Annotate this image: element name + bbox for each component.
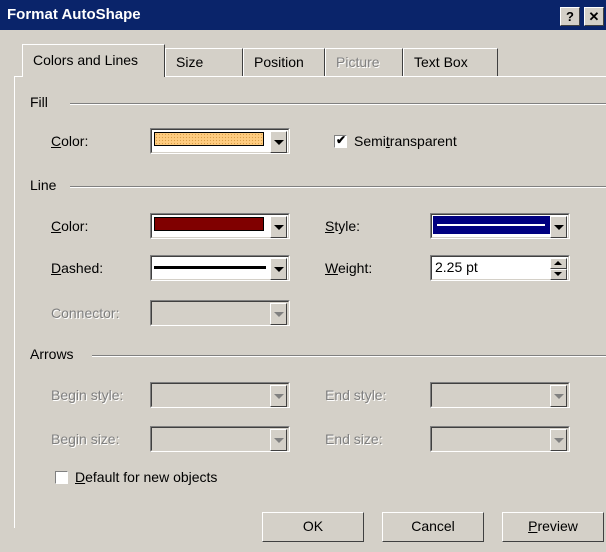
help-icon: ? [566,9,574,24]
window-title: Format AutoShape [7,6,141,23]
tab-text-box[interactable]: Text Box [403,48,498,76]
tab-label: Text Box [414,54,468,70]
tab-label: Colors and Lines [33,52,139,68]
tab-label: Size [176,54,204,70]
tab-colors-and-lines[interactable]: Colors and Lines [22,44,165,77]
tab-position[interactable]: Position [243,48,325,76]
tab-panel [14,76,606,528]
title-bar[interactable]: Format AutoShape ? ✕ [0,0,606,30]
tab-label: Picture [336,54,380,70]
close-icon: ✕ [588,9,600,24]
tab-size[interactable]: Size [165,48,243,76]
tab-label: Position [254,54,304,70]
format-autoshape-dialog: Format AutoShape ? ✕ Colors and Lines Si… [0,0,606,552]
help-button[interactable]: ? [560,7,580,26]
close-button[interactable]: ✕ [584,7,604,26]
tab-picture: Picture [325,48,403,76]
